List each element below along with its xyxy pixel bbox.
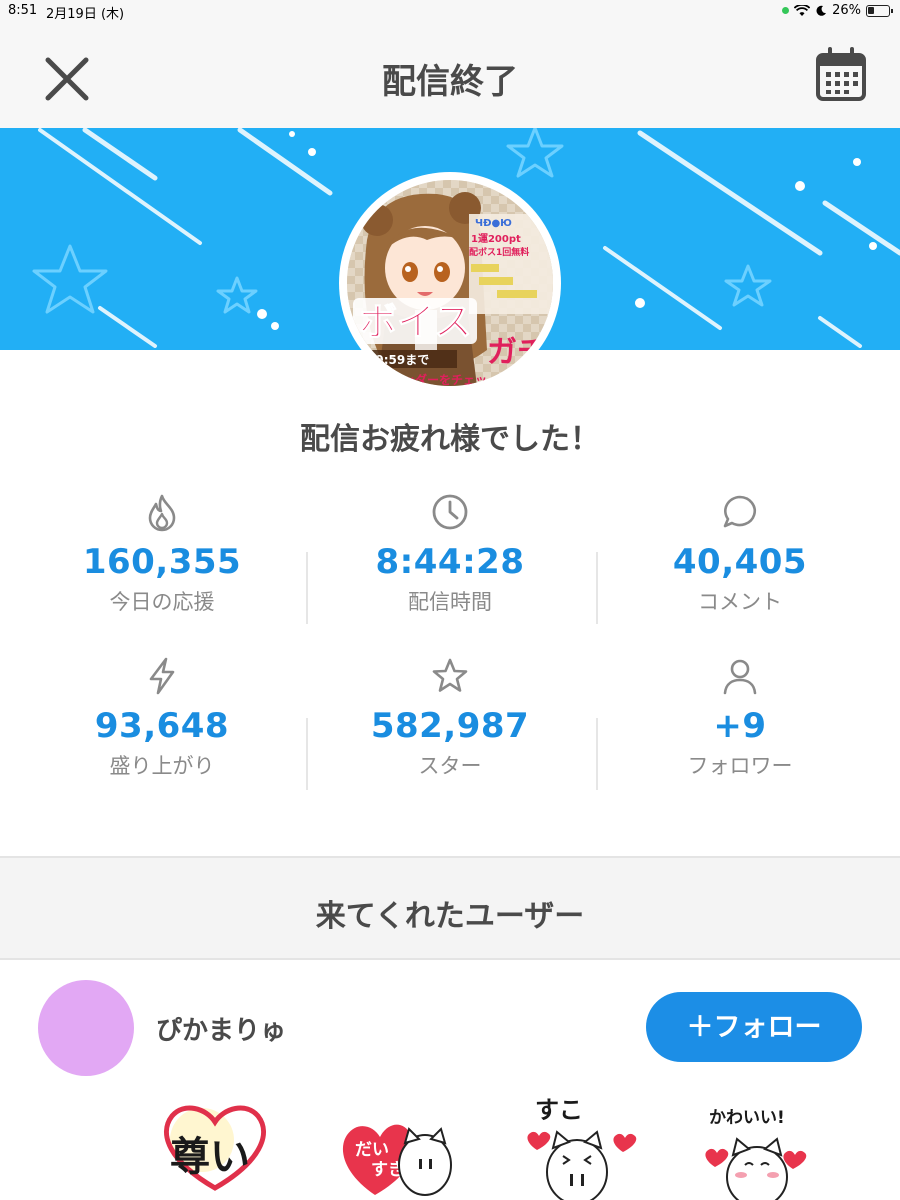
stat-label: フォロワー bbox=[687, 754, 793, 778]
stat-value: 160,355 bbox=[82, 542, 242, 582]
follow-button[interactable]: ＋フォロー bbox=[646, 992, 862, 1062]
profile-big-text-2: ガチ bbox=[487, 335, 547, 370]
svg-text:ЧĐ●Ю: ЧĐ●Ю bbox=[475, 218, 512, 229]
sticker-daisuki: だい すき bbox=[342, 1124, 452, 1196]
battery-icon bbox=[866, 4, 893, 17]
stat-value: 8:44:28 bbox=[375, 542, 525, 582]
user-name[interactable]: ぴかまりゅ bbox=[156, 1010, 286, 1047]
section-title: 来てくれたユーザー bbox=[315, 899, 585, 934]
sticker-toutoi: 尊い bbox=[163, 1105, 267, 1191]
stat-support: 160,355 今日の応援 bbox=[12, 492, 312, 616]
stat-duration: 8:44:28 配信時間 bbox=[300, 492, 600, 616]
profile-badge-text-2: 配ボス1回無料 bbox=[469, 246, 529, 258]
sticker-suko: すこ bbox=[527, 1096, 637, 1200]
sticker-text: かわいい! bbox=[709, 1108, 785, 1128]
status-bar: 8:51 2月19日 (木) 26% bbox=[0, 0, 900, 24]
profile-sub-text: ヘッダーをチェッ bbox=[391, 372, 487, 386]
camera-indicator-icon bbox=[782, 7, 790, 14]
profile-illustration: ЧĐ●Ю 1運200pt 配ボス1回無料 ボイス ガチ 59:59まで ヘッダー… bbox=[347, 180, 553, 386]
header: 配信終了 bbox=[0, 24, 900, 128]
stat-value: 582,987 bbox=[370, 706, 530, 746]
profile-timer-text: 59:59まで bbox=[367, 353, 429, 367]
stream-end-message: 配信お疲れ様でした！ bbox=[300, 422, 600, 457]
lightning-icon bbox=[149, 657, 175, 695]
calendar-icon[interactable] bbox=[812, 46, 870, 104]
stat-followers: +9 フォロワー bbox=[590, 656, 890, 780]
stat-comments: 40,405 コメント bbox=[590, 492, 890, 616]
fire-icon bbox=[148, 494, 176, 532]
stat-label: 盛り上がり bbox=[109, 754, 215, 778]
profile-image: ЧĐ●Ю 1運200pt 配ボス1回無料 ボイス ガチ 59:59まで ヘッダー… bbox=[339, 172, 561, 394]
sticker-text: すこ bbox=[535, 1096, 583, 1124]
stat-stars: 582,987 スター bbox=[300, 656, 600, 780]
status-right: 26% bbox=[782, 3, 893, 18]
profile-artwork: ЧĐ●Ю 1運200pt 配ボス1回無料 ボイス ガチ 59:59まで ヘッダー… bbox=[347, 180, 553, 386]
person-icon bbox=[723, 659, 757, 695]
sticker-kawaii: かわいい! bbox=[705, 1108, 807, 1200]
profile-badge-text-1: 1運200pt bbox=[471, 233, 521, 245]
stat-excitement: 93,648 盛り上がり bbox=[12, 656, 312, 780]
comment-icon bbox=[723, 495, 756, 528]
stat-label: コメント bbox=[698, 590, 782, 614]
moon-icon bbox=[816, 5, 827, 16]
stat-value: 40,405 bbox=[672, 542, 808, 582]
profile-big-text-1: ボイス bbox=[359, 300, 472, 344]
wifi-icon bbox=[794, 4, 811, 16]
visitors-section-header: 来てくれたユーザー bbox=[0, 856, 900, 960]
stat-label: スター bbox=[418, 754, 482, 778]
stat-value: +9 bbox=[713, 706, 767, 746]
page-title: 配信終了 bbox=[382, 62, 518, 102]
stat-label: 今日の応援 bbox=[109, 590, 215, 614]
battery-percent: 26% bbox=[832, 3, 861, 18]
status-date: 2月19日 (木) bbox=[46, 7, 125, 22]
avatar[interactable] bbox=[38, 980, 134, 1076]
clock-icon bbox=[432, 494, 468, 530]
stat-label: 配信時間 bbox=[408, 590, 492, 614]
star-icon bbox=[432, 658, 468, 692]
stat-value: 93,648 bbox=[94, 706, 230, 746]
sticker-text: 尊い bbox=[170, 1133, 250, 1180]
sticker-text: だい bbox=[355, 1140, 389, 1160]
status-time: 8:51 bbox=[8, 3, 38, 18]
